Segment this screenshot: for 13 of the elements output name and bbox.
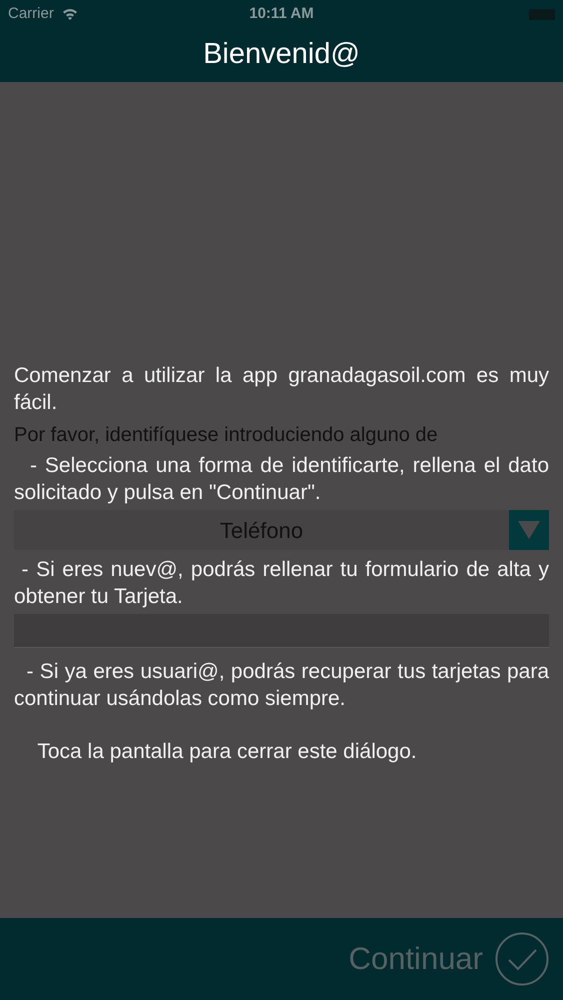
- clock-time: 10:11 AM: [249, 4, 314, 24]
- help-paragraph: Toca la pantalla para cerrar este diálogo.: [36, 739, 418, 765]
- caret-icon: [518, 521, 540, 539]
- help-paragraph: - Si eres nuev@, podrás rellenar tu formulario de alta y obtener tu Tarjeta.: [14, 557, 549, 610]
- check-icon: [495, 932, 549, 986]
- help-paragraph: Comenzar a utilizar la app granadagasoil.com es muy fácil.: [14, 363, 549, 416]
- window-title: Bienvenid@: [203, 37, 360, 72]
- input-field[interactable]: [14, 614, 549, 648]
- instruction-text: Por favor, identifíquese introduciendo alguno de: [14, 423, 439, 448]
- wifi-icon: [62, 8, 78, 20]
- help-paragraph: - Si ya eres usuari@, podrás recuperar tus tarjetas para continuar usándolas como siempre.: [14, 659, 549, 712]
- carrier-label: Carrier: [8, 4, 54, 24]
- help-paragraph: - Selecciona una forma de identificarte, rellena el dato solicitado y pulsa en "Continuar".: [14, 453, 549, 506]
